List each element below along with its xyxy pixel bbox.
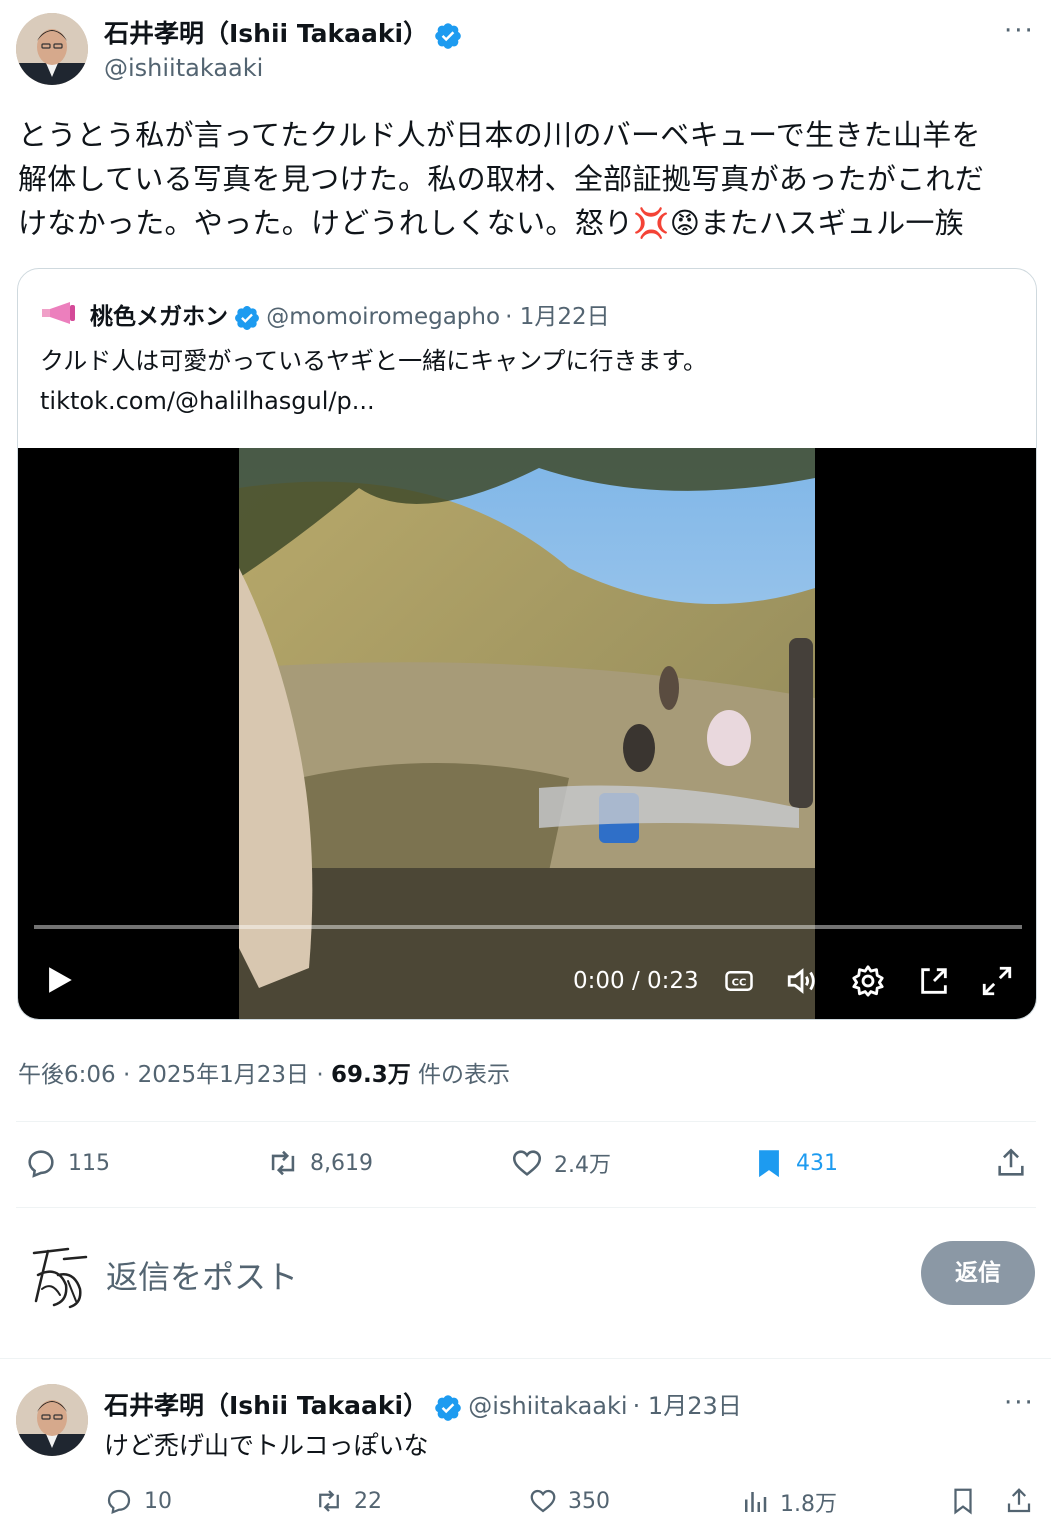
analytics-icon: [745, 1492, 767, 1512]
more-options-icon[interactable]: ···: [1004, 16, 1035, 46]
tweet-meta: 午後6:06 · 2025年1月23日 · 69.3万 件の表示: [18, 1055, 510, 1089]
bookmark-icon: [954, 1488, 972, 1515]
video-frame: [239, 448, 815, 1019]
like-count: 350: [568, 1488, 610, 1514]
tweet-text-fragment: またハスギュル一族: [700, 206, 964, 240]
captions-icon[interactable]: CC: [724, 966, 754, 1000]
reply-icon: [28, 1150, 54, 1178]
reply-like-button[interactable]: 350: [528, 1486, 610, 1516]
tweet-text-line: とうとう私が言ってたクルド人が日本の川のバーベキューで生きた山羊を: [18, 118, 981, 152]
heart-icon: [530, 1489, 556, 1513]
settings-gear-icon[interactable]: [851, 964, 885, 1002]
reply-author-handle[interactable]: @ishiitakaaki: [468, 1392, 627, 1420]
video-player[interactable]: 0:00 / 0:23 CC: [18, 448, 1036, 1019]
retweet-count: 22: [354, 1488, 382, 1514]
reply-bookmark-button[interactable]: [948, 1486, 978, 1516]
quoted-link[interactable]: tiktok.com/@halilhasgul/p...: [40, 381, 375, 421]
reply-share-button[interactable]: [1004, 1486, 1034, 1516]
author-name[interactable]: 石井孝明（Ishii Takaaki）: [104, 19, 428, 48]
verified-badge-icon: [433, 1393, 463, 1427]
volume-icon[interactable]: [784, 964, 820, 1002]
divider: [0, 1358, 1051, 1359]
tweet-text-fragment: けなかった。やった。けどうれしくない。怒り: [18, 206, 634, 240]
reply-count: 115: [68, 1150, 110, 1176]
quoted-date[interactable]: · 1月22日: [505, 304, 610, 330]
verified-badge-icon: [233, 304, 261, 336]
divider: [16, 1121, 1036, 1122]
tweet-text-line: けなかった。やった。けどうれしくない。怒り💢😡またハスギュル一族: [18, 201, 1038, 245]
quoted-tweet-card[interactable]: 桃色メガホン @momoiromegapho · 1月22日 クルド人は可愛がっ…: [17, 268, 1037, 1020]
reply-author-name[interactable]: 石井孝明（Ishii Takaaki）: [104, 1391, 428, 1420]
retweet-count: 8,619: [310, 1150, 373, 1176]
reply-count: 10: [144, 1488, 172, 1514]
verified-badge-icon: [433, 21, 463, 55]
reply-text: けど禿げ山でトルコっぽいな: [104, 1431, 429, 1460]
more-options-icon[interactable]: ···: [1004, 1388, 1035, 1418]
video-time: 0:00 / 0:23: [573, 968, 699, 994]
author-handle[interactable]: @ishiitakaaki: [104, 54, 263, 82]
tweet-timestamp[interactable]: 午後6:06 · 2025年1月23日 ·: [18, 1062, 331, 1088]
bookmark-count: 431: [796, 1150, 838, 1176]
tweet-text: とうとう私が言ってたクルド人が日本の川のバーベキューで生きた山羊を 解体している…: [18, 113, 1038, 245]
angry-face-emoji: 😡: [669, 206, 701, 240]
retweet-icon: [271, 1150, 295, 1176]
bookmark-button[interactable]: 431: [752, 1146, 838, 1180]
tweet-text-line: 解体している写真を見つけた。私の取材、全部証拠写真があったがこれだ: [18, 162, 985, 196]
heart-icon: [512, 1150, 542, 1176]
anger-emoji: 💢: [633, 206, 670, 240]
play-icon[interactable]: [42, 963, 76, 1001]
quoted-author-handle[interactable]: @momoiromegapho: [266, 304, 500, 330]
view-count: 1.8万: [780, 1492, 837, 1517]
megaphone-avatar-icon: [40, 299, 78, 331]
current-user-avatar[interactable]: [28, 1245, 92, 1315]
quoted-text: クルド人は可愛がっているヤギと一緒にキャンプに行きます。: [40, 347, 707, 375]
quoted-author-name[interactable]: 桃色メガホン: [90, 304, 228, 330]
like-count: 2.4万: [554, 1153, 611, 1178]
author-avatar[interactable]: [16, 13, 88, 85]
reply-retweet-button[interactable]: 22: [314, 1486, 382, 1516]
reply-author-avatar[interactable]: [16, 1384, 88, 1456]
svg-text:CC: CC: [732, 977, 747, 988]
reply-date[interactable]: · 1月23日: [633, 1392, 742, 1420]
reply-submit-button[interactable]: 返信: [921, 1241, 1035, 1305]
share-icon: [998, 1148, 1024, 1176]
picture-in-picture-icon[interactable]: [917, 964, 951, 1002]
reply-reply-button[interactable]: 10: [104, 1486, 172, 1516]
reply-views-button[interactable]: 1.8万: [740, 1486, 837, 1518]
reply-input[interactable]: 返信をポスト: [106, 1252, 298, 1298]
video-progress-track[interactable]: [34, 925, 1022, 929]
reply-button[interactable]: 115: [24, 1146, 110, 1180]
share-icon: [1007, 1488, 1031, 1513]
divider: [16, 1207, 1036, 1208]
bookmark-filled-icon: [759, 1150, 779, 1178]
reply-icon: [107, 1489, 131, 1515]
share-button[interactable]: [994, 1146, 1028, 1180]
view-count: 69.3万: [330, 1062, 411, 1088]
fullscreen-icon[interactable]: [980, 964, 1014, 1002]
view-count-label: 件の表示: [410, 1062, 511, 1088]
retweet-icon: [319, 1490, 339, 1512]
like-button[interactable]: 2.4万: [510, 1146, 611, 1180]
retweet-button[interactable]: 8,619: [266, 1146, 373, 1180]
